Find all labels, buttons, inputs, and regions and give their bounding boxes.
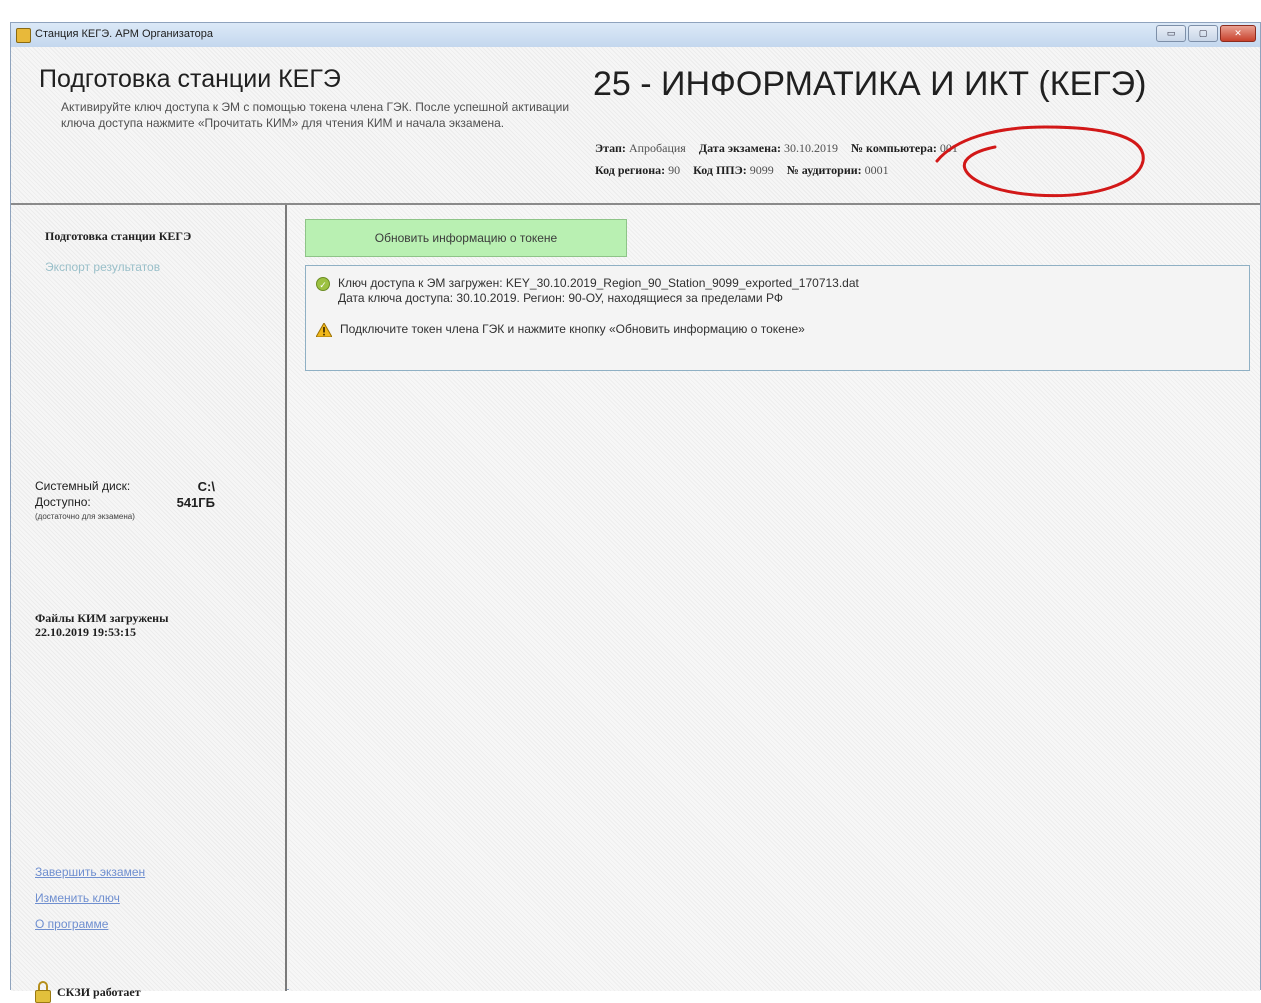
about-link[interactable]: О программе [35,917,145,931]
window-title: Станция КЕГЭ. АРМ Организатора [35,28,213,40]
available-value: 541ГБ [176,495,215,510]
subject-title: 25 - ИНФОРМАТИКА И ИКТ (КЕГЭ) [593,65,1147,103]
skzi-status: СКЗИ работает [35,981,141,1003]
exam-date-value: 30.10.2019 [784,141,838,155]
sidebar-item-station-prep[interactable]: Подготовка станции КЕГЭ [45,229,191,244]
change-key-link[interactable]: Изменить ключ [35,891,145,905]
region-value: 90 [668,163,681,177]
key-date-text: Дата ключа доступа: 30.10.2019. Регион: … [338,291,783,305]
page-description: Активируйте ключ доступа к ЭМ с помощью … [61,100,570,130]
red-annotation-circle [935,125,1145,198]
app-window: Станция КЕГЭ. АРМ Организатора ▭ ▢ ✕ Под… [10,22,1261,1003]
disk-note: (достаточно для экзамена) [35,512,135,521]
warning-icon [316,323,332,337]
available-label: Доступно: [35,495,91,509]
exam-meta-row-2: Код региона: 90 Код ППЭ: 9099 № аудитори… [595,163,899,178]
window-controls: ▭ ▢ ✕ [1156,25,1256,42]
kim-status: Файлы КИМ загружены 22.10.2019 19:53:15 [35,611,168,639]
key-loaded-text: Ключ доступа к ЭМ загружен: KEY_30.10.20… [338,276,859,290]
stage-label: Этап: [595,141,626,155]
status-panel: ✓ Ключ доступа к ЭМ загружен: KEY_30.10.… [305,265,1250,371]
finish-exam-link[interactable]: Завершить экзамен [35,865,145,879]
sidebar-links: Завершить экзамен Изменить ключ О програ… [35,865,145,943]
exam-date-label: Дата экзамена: [698,141,781,155]
region-label: Код региона: [595,163,666,177]
refresh-token-button[interactable]: Обновить информацию о токене [305,219,627,257]
app-icon [16,28,31,43]
title-bar[interactable]: Станция КЕГЭ. АРМ Организатора ▭ ▢ ✕ [11,23,1260,48]
ppe-value: 9099 [749,163,774,177]
disk-info: Системный диск: C:\ Доступно: 541ГБ (дос… [35,479,215,521]
skzi-status-text: СКЗИ работает [57,984,141,999]
key-loaded-message: ✓ Ключ доступа к ЭМ загружен: KEY_30.10.… [316,276,859,306]
ppe-label: Код ППЭ: [693,163,747,177]
maximize-button[interactable]: ▢ [1188,25,1218,42]
kim-status-text: Файлы КИМ загружены [35,611,169,625]
system-disk-label: Системный диск: [35,479,131,493]
auditorium-label: № аудитории: [786,163,862,177]
close-button[interactable]: ✕ [1220,25,1256,42]
computer-label: № компьютера: [851,141,937,155]
header: Подготовка станции КЕГЭ Активируйте ключ… [11,47,1260,205]
system-disk-value: C:\ [197,479,215,494]
check-icon: ✓ [316,277,330,291]
connect-token-text: Подключите токен члена ГЭК и нажмите кно… [340,322,805,336]
exam-meta-row-1: Этап: Апробация Дата экзамена: 30.10.201… [595,141,968,156]
stage-value: Апробация [628,141,686,155]
auditorium-value: 0001 [864,163,889,177]
connect-token-message: Подключите токен члена ГЭК и нажмите кно… [316,322,805,337]
kim-status-date: 22.10.2019 19:53:15 [35,625,136,639]
sidebar: Подготовка станции КЕГЭ Экспорт результа… [11,205,287,1003]
minimize-button[interactable]: ▭ [1156,25,1186,42]
main-content: Обновить информацию о токене ✓ Ключ дост… [289,205,1260,991]
page-title: Подготовка станции КЕГЭ [39,65,341,93]
lock-icon [35,981,51,1003]
sidebar-item-export-results[interactable]: Экспорт результатов [45,260,160,274]
